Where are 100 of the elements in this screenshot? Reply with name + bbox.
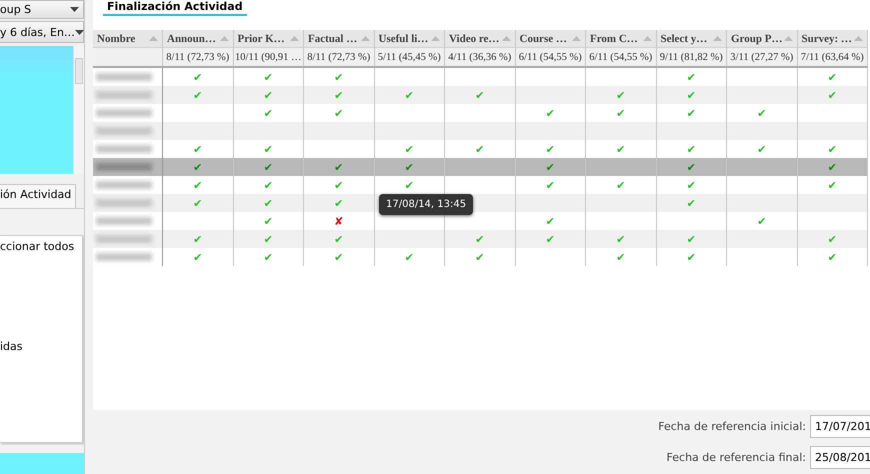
status-mark: ✔ [193, 144, 202, 154]
status-mark: ✔ [334, 180, 344, 190]
status-mark: ✔ [828, 252, 837, 262]
column-header[interactable]: Nombre [93, 30, 163, 48]
status-mark: ✔ [828, 72, 837, 82]
status-mark: ✔ [475, 252, 484, 262]
status-mark: ✔ [475, 90, 484, 100]
status-mark: ✔ [264, 216, 273, 226]
blurred-name [96, 235, 152, 243]
summary-cell: 10/11 (90,91 … [234, 48, 304, 66]
caret-icon [74, 30, 84, 34]
column-header[interactable]: Video re… [445, 30, 516, 48]
status-mark: ✔ [546, 144, 555, 154]
dropdown[interactable]: y 6 días, En… [0, 21, 84, 43]
table-row[interactable]: ✔ ✘ ✔ ✔ [93, 212, 868, 230]
sort-arrow-icon [220, 36, 228, 41]
summary-cell: 5/11 (45,45 %) [374, 48, 445, 66]
menu-item[interactable]: ccionar todos [0, 236, 82, 254]
column-header[interactable]: Prior K… [234, 30, 304, 48]
blurred-name [96, 109, 152, 117]
column-header[interactable]: Select y… [656, 30, 727, 48]
status-mark: ✔ [264, 144, 273, 154]
blurred-name [96, 91, 152, 99]
blurred-name [96, 253, 152, 261]
status-mark: ✔ [334, 252, 344, 262]
blurred-name [96, 145, 152, 153]
tab[interactable]: ión Actividad [0, 184, 76, 208]
summary-cell: 4/11 (36,36 %) [445, 48, 516, 66]
column-header[interactable]: Announ… [163, 30, 234, 48]
status-mark: ✔ [616, 108, 626, 118]
column-header[interactable]: Survey: … [798, 30, 868, 48]
status-mark: ✔ [616, 252, 626, 262]
status-mark: ✔ [193, 252, 202, 262]
status-mark: ✔ [193, 180, 202, 190]
sort-arrow-icon [572, 36, 581, 41]
status-mark: ✔ [686, 90, 696, 100]
sort-arrow-icon [502, 36, 510, 41]
blurred-name [96, 199, 152, 207]
menu-item[interactable]: idas [0, 336, 82, 354]
sort-arrow-icon [149, 36, 158, 41]
sort-arrow-icon [713, 36, 722, 41]
status-mark: ✔ [757, 216, 766, 226]
date-field[interactable]: 25/08/201 [810, 446, 870, 469]
summary-cell: 3/11 (27,27 %) [727, 48, 798, 66]
status-mark: ✔ [193, 198, 202, 208]
status-mark: ✔ [686, 198, 696, 208]
status-mark: ✔ [686, 144, 696, 154]
status-mark: ✔ [828, 144, 837, 154]
status-mark: ✔ [193, 90, 202, 100]
field-label: Fecha de referencia final: [666, 451, 806, 464]
blurred-name [96, 127, 152, 135]
status-mark: ✔ [404, 162, 414, 172]
field-label: Fecha de referencia inicial: [658, 420, 806, 433]
column-header[interactable]: Factual … [304, 30, 374, 48]
summary-cell: 7/11 (63,64 %) [798, 48, 868, 66]
status-mark: ✔ [546, 108, 555, 118]
sort-arrow-icon [290, 36, 299, 41]
blurred-name [96, 73, 152, 81]
status-mark: ✔ [264, 234, 273, 244]
status-mark: ✔ [686, 162, 696, 172]
status-mark: ✔ [264, 198, 273, 208]
status-mark: ✔ [828, 180, 837, 190]
sort-arrow-icon [431, 36, 440, 41]
status-mark: ✔ [193, 234, 202, 244]
status-mark: ✔ [475, 144, 484, 154]
dropdown[interactable]: oup S [0, 0, 84, 19]
column-header[interactable]: Useful li… [374, 30, 445, 48]
status-mark: ✔ [686, 180, 696, 190]
sort-arrow-icon [854, 36, 863, 41]
status-mark: ✔ [616, 234, 626, 244]
blurred-name [96, 217, 152, 225]
caret-icon [70, 7, 79, 12]
column-header[interactable]: From C… [586, 30, 656, 48]
status-mark: ✔ [546, 216, 555, 226]
date-field[interactable]: 17/07/201 [810, 415, 870, 438]
column-header[interactable]: Course … [516, 30, 586, 48]
summary-cell: 9/11 (81,82 %) [656, 48, 727, 66]
status-mark: ✔ [264, 252, 273, 262]
list-panel[interactable] [0, 46, 73, 174]
status-mark: ✔ [404, 90, 414, 100]
status-mark: ✔ [334, 108, 344, 118]
status-mark: ✔ [404, 252, 414, 262]
status-mark: ✔ [193, 162, 202, 172]
status-mark: ✔ [193, 72, 202, 82]
status-mark: ✔ [475, 234, 484, 244]
status-mark: ✔ [757, 108, 766, 118]
status-mark: ✔ [264, 162, 273, 172]
summary-cell: 8/11 (72,73 %) [163, 48, 234, 66]
status-mark: ✔ [334, 72, 344, 82]
column-header[interactable]: Group P… [727, 30, 798, 48]
sort-arrow-icon [784, 36, 792, 41]
status-mark: ✔ [334, 162, 344, 172]
status-mark: ✔ [616, 144, 626, 154]
status-mark: ✔ [546, 180, 555, 190]
status-mark: ✔ [264, 90, 273, 100]
scrollbar[interactable] [73, 46, 84, 174]
status-mark: ✔ [264, 108, 273, 118]
tab[interactable]: Finalización Actividad [103, 0, 247, 16]
status-mark: ✔ [546, 234, 555, 244]
status-mark: ✔ [264, 72, 273, 82]
